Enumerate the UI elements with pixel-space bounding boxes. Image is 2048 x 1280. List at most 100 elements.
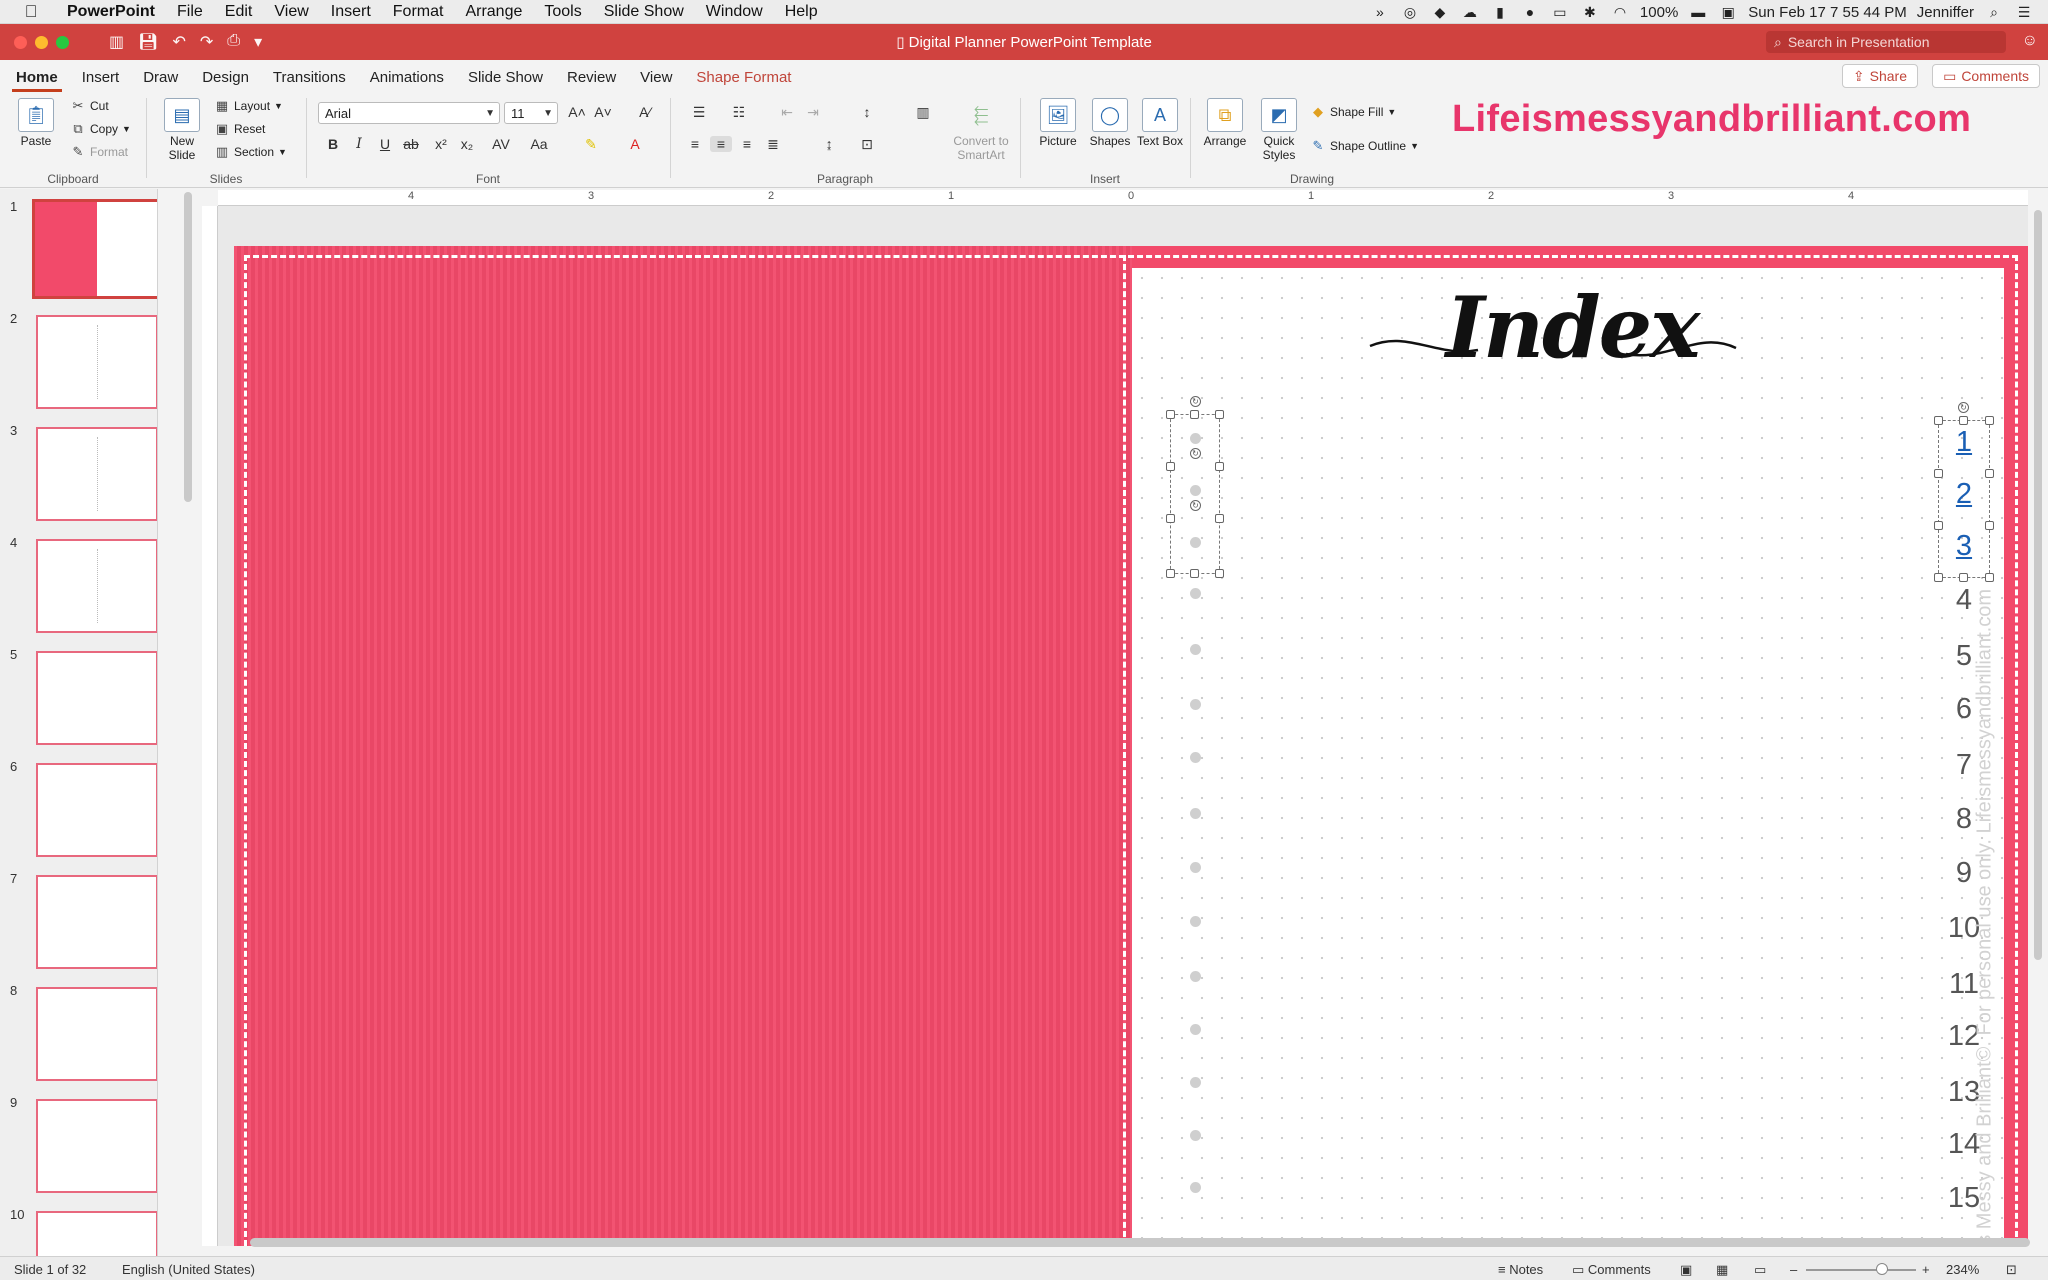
resize-handle[interactable] [1190, 569, 1199, 578]
slide-thumbnail[interactable]: 2 [0, 311, 157, 411]
print-icon[interactable]: ⎙ [227, 32, 240, 52]
tab-design[interactable]: Design [190, 69, 261, 92]
bullets-icon[interactable]: ☰ [684, 104, 714, 121]
index-bullet[interactable] [1190, 1130, 1201, 1141]
tab-draw[interactable]: Draw [131, 69, 190, 92]
dropbox-icon[interactable]: ◆ [1430, 5, 1450, 19]
resize-handle[interactable] [1934, 469, 1943, 478]
menu-window[interactable]: Window [695, 3, 774, 21]
spotlight-search-icon[interactable]: ⌕ [1984, 5, 2004, 19]
font-name-select[interactable]: Arial ▼ [318, 102, 500, 124]
resize-handle[interactable] [1215, 514, 1224, 523]
menu-file[interactable]: File [166, 3, 214, 21]
layout-button[interactable]: ▦ Layout ▼ [214, 98, 283, 114]
resize-handle[interactable] [1985, 573, 1994, 582]
slide-thumbnail[interactable]: 6 [0, 759, 157, 859]
tab-shape-format[interactable]: Shape Format [684, 69, 803, 92]
apple-menu-icon[interactable]:  [20, 2, 42, 22]
undo-icon[interactable]: ↶ [172, 32, 185, 52]
arrange-button[interactable]: ⧉ Arrange [1200, 98, 1250, 148]
zoom-slider-handle[interactable] [1876, 1263, 1888, 1275]
cloud-icon[interactable]: ☁ [1460, 5, 1480, 19]
slide-thumbnail[interactable]: 9 [0, 1095, 157, 1195]
tab-home[interactable]: Home [4, 69, 70, 92]
feedback-smiley-icon[interactable]: ☺ [2022, 32, 2038, 50]
index-bullet[interactable] [1190, 699, 1201, 710]
rotate-handle-icon[interactable]: ↻ [1190, 396, 1201, 407]
shape-fill-button[interactable]: ◆ Shape Fill ▼ [1310, 104, 1396, 120]
format-painter-button[interactable]: ✎ Format [70, 144, 128, 160]
zoom-in-icon[interactable]: + [1922, 1262, 1930, 1277]
change-case-icon[interactable]: Aa [524, 136, 554, 152]
slide-thumbnail[interactable]: 1 [0, 199, 157, 299]
wifi-icon[interactable]: ◠ [1610, 5, 1630, 19]
index-bullet[interactable] [1190, 862, 1201, 873]
index-bullet[interactable] [1190, 588, 1201, 599]
zoom-slider[interactable] [1806, 1269, 1916, 1271]
underline-icon[interactable]: U [374, 136, 396, 152]
align-center-icon[interactable]: ≡ [710, 136, 732, 152]
index-bullet[interactable] [1190, 433, 1201, 444]
slide-thumbnail[interactable]: 8 [0, 983, 157, 1083]
tab-slide-show[interactable]: Slide Show [456, 69, 555, 92]
rotate-handle-icon[interactable]: ↻ [1958, 402, 1969, 413]
slide-thumbnail-image[interactable] [36, 315, 157, 409]
language-status[interactable]: English (United States) [122, 1262, 255, 1277]
slide-thumbnail-image[interactable] [36, 651, 157, 745]
paste-button[interactable]: 📋︎ Paste [12, 98, 60, 148]
numbering-icon[interactable]: ☷ [724, 104, 754, 121]
index-bullet[interactable] [1190, 1182, 1201, 1193]
status-icon[interactable]: ▣ [1718, 5, 1738, 19]
status-icon[interactable]: ◎ [1400, 5, 1420, 19]
save-icon[interactable]: 💾︎ [138, 32, 158, 52]
comments-button[interactable]: ▭ Comments [1932, 64, 2040, 88]
menu-help[interactable]: Help [774, 3, 829, 21]
page-number-link[interactable]: 1 [1934, 426, 1994, 459]
status-icon[interactable]: ● [1520, 5, 1540, 19]
resize-handle[interactable] [1166, 462, 1175, 471]
zoom-level[interactable]: 234% [1946, 1262, 1979, 1277]
horizontal-scrollbar[interactable] [250, 1238, 2030, 1247]
rotate-handle-icon[interactable]: ↻ [1190, 500, 1201, 511]
slide-thumbnail-image[interactable] [36, 1099, 157, 1193]
slide-thumbnail-image[interactable] [32, 199, 157, 299]
slide-thumbnail[interactable]: 5 [0, 647, 157, 747]
font-color-icon[interactable]: A [624, 136, 646, 152]
resize-handle[interactable] [1959, 573, 1968, 582]
align-left-icon[interactable]: ≡ [684, 136, 706, 152]
resize-handle[interactable] [1215, 569, 1224, 578]
index-bullet[interactable] [1190, 644, 1201, 655]
maximize-window-button[interactable] [56, 35, 69, 49]
slide-thumbnail[interactable]: 7 [0, 871, 157, 971]
font-size-select[interactable]: 11 ▼ [504, 102, 558, 124]
status-icon[interactable]: ▮ [1490, 5, 1510, 19]
tab-review[interactable]: Review [555, 69, 628, 92]
slide-thumbnail[interactable]: 10 [0, 1207, 157, 1263]
bold-icon[interactable]: B [322, 136, 344, 152]
align-text-icon[interactable]: ⊡ [852, 136, 882, 153]
tab-transitions[interactable]: Transitions [261, 69, 358, 92]
section-button[interactable]: ▥ Section ▼ [214, 144, 287, 160]
resize-handle[interactable] [1985, 521, 1994, 530]
index-bullet[interactable] [1190, 808, 1201, 819]
customize-toolbar-icon[interactable]: ▾ [254, 32, 262, 52]
index-bullet[interactable] [1190, 1077, 1201, 1088]
increase-font-size-icon[interactable]: A˄ [566, 104, 588, 120]
insert-shapes-button[interactable]: ◯ Shapes [1086, 98, 1134, 148]
fit-to-window-icon[interactable]: ⊡ [2006, 1262, 2017, 1278]
search-in-presentation-input[interactable]: ⌕ Search in Presentation [1766, 31, 2006, 53]
resize-handle[interactable] [1985, 469, 1994, 478]
close-window-button[interactable] [14, 35, 27, 49]
tab-view[interactable]: View [628, 69, 684, 92]
resize-handle[interactable] [1190, 410, 1199, 419]
menu-arrange[interactable]: Arrange [454, 3, 533, 21]
zoom-out-icon[interactable]: – [1790, 1262, 1797, 1277]
insert-picture-button[interactable]: 🖼︎ Picture [1034, 98, 1082, 148]
line-spacing-icon[interactable]: ↕ [852, 104, 882, 120]
slide-panel-scrollbar[interactable] [184, 192, 192, 502]
index-bullet[interactable] [1190, 916, 1201, 927]
superscript-icon[interactable]: x² [430, 136, 452, 152]
page-number-link[interactable]: 3 [1934, 530, 1994, 563]
tab-animations[interactable]: Animations [358, 69, 456, 92]
status-comments-button[interactable]: ▭ Comments [1572, 1262, 1651, 1278]
